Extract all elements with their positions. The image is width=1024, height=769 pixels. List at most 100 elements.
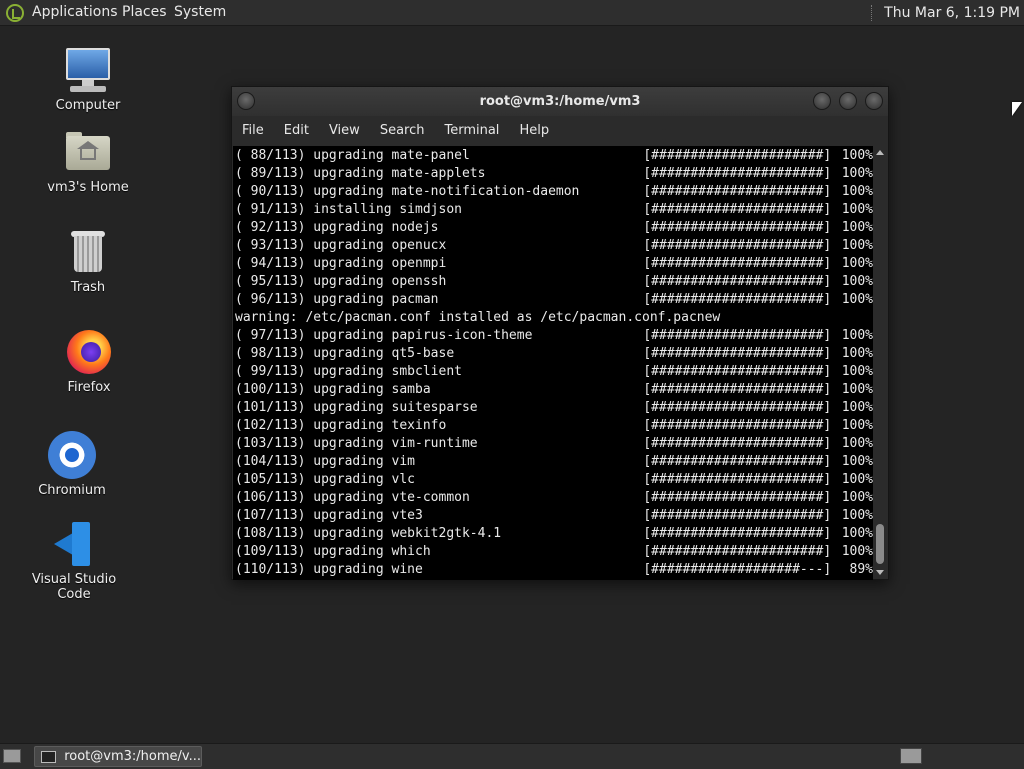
- maximize-icon[interactable]: [839, 92, 857, 110]
- terminal-line: (105/113) upgrading vlc [################…: [233, 471, 873, 489]
- terminal-line: (104/113) upgrading vim [################…: [233, 453, 873, 471]
- terminal-line: ( 97/113) upgrading papirus-icon-theme [#…: [233, 327, 873, 345]
- terminal-line-text: (107/113) upgrading vte3: [235, 508, 423, 523]
- workspace-switcher[interactable]: [900, 748, 922, 764]
- terminal-line-text: (110/113) upgrading wine: [235, 562, 423, 577]
- terminal-output[interactable]: ( 88/113) upgrading mate-panel [#########…: [233, 146, 873, 580]
- terminal-line-text: ( 88/113) upgrading mate-panel: [235, 148, 470, 163]
- applications-menu[interactable]: Applications: [6, 0, 118, 25]
- desktop-icon-trash[interactable]: Trash: [28, 228, 148, 295]
- menu-view[interactable]: View: [319, 116, 370, 146]
- terminal-line-text: ( 89/113) upgrading mate-applets: [235, 166, 486, 181]
- progress-percent: 100%: [841, 238, 873, 253]
- terminal-line: ( 96/113) upgrading pacman [#############…: [233, 291, 873, 309]
- progress-bar-text: [######################]: [643, 346, 832, 361]
- desktop-icon-home[interactable]: vm3's Home: [28, 128, 148, 195]
- terminal-line-text: ( 97/113) upgrading papirus-icon-theme: [235, 328, 533, 343]
- terminal-line: ( 98/113) upgrading qt5-base [###########…: [233, 345, 873, 363]
- scrollbar-thumb[interactable]: [876, 524, 884, 564]
- scroll-down-icon[interactable]: [876, 570, 884, 575]
- terminal-line: (100/113) upgrading samba [##############…: [233, 381, 873, 399]
- terminal-window: root@vm3:/home/vm3 File Edit View Search…: [231, 86, 889, 580]
- terminal-line-text: ( 90/113) upgrading mate-notification-da…: [235, 184, 580, 199]
- window-titlebar[interactable]: root@vm3:/home/vm3: [232, 87, 888, 116]
- progress-percent: 100%: [841, 328, 873, 343]
- progress-bar-text: [######################]: [643, 202, 832, 217]
- chromium-icon: [48, 431, 96, 479]
- computer-icon: [64, 46, 112, 94]
- desktop-icon-label: Computer: [55, 98, 121, 113]
- terminal-line-text: (106/113) upgrading vte-common: [235, 490, 470, 505]
- terminal-line-text: (104/113) upgrading vim: [235, 454, 416, 469]
- system-menu[interactable]: System: [174, 0, 226, 25]
- places-menu[interactable]: Places: [122, 0, 167, 25]
- terminal-line: (107/113) upgrading vte3 [###############…: [233, 507, 873, 525]
- desktop-icon-chromium[interactable]: Chromium: [12, 431, 132, 498]
- terminal-line: (110/113) upgrading wine [###############…: [233, 561, 873, 579]
- menu-search[interactable]: Search: [370, 116, 435, 146]
- terminal-line-text: ( 91/113) installing simdjson: [235, 202, 462, 217]
- desktop-icon-firefox[interactable]: Firefox: [29, 328, 149, 395]
- close-icon[interactable]: [865, 92, 883, 110]
- terminal-line: (103/113) upgrading vim-runtime [########…: [233, 435, 873, 453]
- terminal-line: (106/113) upgrading vte-common [#########…: [233, 489, 873, 507]
- terminal-line: (102/113) upgrading texinfo [############…: [233, 417, 873, 435]
- progress-percent: 100%: [841, 472, 873, 487]
- menu-file[interactable]: File: [232, 116, 274, 146]
- terminal-scrollbar[interactable]: [874, 146, 887, 579]
- progress-bar-text: [######################]: [643, 292, 832, 307]
- taskbar-window-label: root@vm3:/home/v...: [64, 749, 201, 764]
- clock-applet[interactable]: Thu Mar 6, 1:19 PM: [871, 0, 1024, 25]
- window-menu-icon[interactable]: [237, 92, 255, 110]
- progress-bar-text: [######################]: [643, 274, 832, 289]
- scroll-up-icon[interactable]: [876, 150, 884, 155]
- progress-bar-text: [######################]: [643, 328, 832, 343]
- progress-bar-text: [######################]: [643, 184, 832, 199]
- progress-percent: 89%: [849, 562, 873, 577]
- show-desktop-icon[interactable]: [3, 749, 21, 763]
- desktop-icon-label: Chromium: [38, 483, 106, 498]
- terminal-line-text: (100/113) upgrading samba: [235, 382, 431, 397]
- distro-logo-icon: [6, 3, 24, 22]
- menu-edit[interactable]: Edit: [274, 116, 319, 146]
- vscode-icon: [50, 520, 98, 568]
- desktop-icon-computer[interactable]: Computer: [28, 46, 148, 113]
- progress-percent: 100%: [841, 364, 873, 379]
- progress-percent: 100%: [841, 256, 873, 271]
- taskbar-window-button[interactable]: root@vm3:/home/v...: [34, 746, 202, 767]
- progress-bar-text: [######################]: [643, 526, 832, 541]
- progress-bar-text: [######################]: [643, 418, 832, 433]
- progress-bar-text: [######################]: [643, 400, 832, 415]
- terminal-line-text: (103/113) upgrading vim-runtime: [235, 436, 478, 451]
- progress-percent: 100%: [841, 220, 873, 235]
- desktop-icon-vscode[interactable]: Visual Studio Code: [14, 520, 134, 602]
- progress-percent: 100%: [841, 274, 873, 289]
- terminal-line: (109/113) upgrading which [##############…: [233, 543, 873, 561]
- home-folder-icon: [64, 128, 112, 176]
- terminal-line-text: (102/113) upgrading texinfo: [235, 418, 447, 433]
- progress-percent: 100%: [841, 292, 873, 307]
- terminal-line: ( 89/113) upgrading mate-applets [#######…: [233, 165, 873, 183]
- progress-bar-text: [######################]: [643, 544, 832, 559]
- terminal-line-text: ( 93/113) upgrading openucx: [235, 238, 447, 253]
- progress-bar-text: [######################]: [643, 382, 832, 397]
- terminal-line: ( 92/113) upgrading nodejs [#############…: [233, 219, 873, 237]
- window-title: root@vm3:/home/vm3: [479, 94, 641, 109]
- progress-bar-text: [###################---]: [643, 562, 832, 577]
- menu-help[interactable]: Help: [509, 116, 559, 146]
- terminal-line-text: warning: /etc/pacman.conf installed as /…: [235, 310, 721, 325]
- minimize-icon[interactable]: [813, 92, 831, 110]
- terminal-line: ( 95/113) upgrading openssh [############…: [233, 273, 873, 291]
- terminal-line-text: ( 99/113) upgrading smbclient: [235, 364, 462, 379]
- terminal-line-text: ( 95/113) upgrading openssh: [235, 274, 447, 289]
- progress-bar-text: [######################]: [643, 364, 832, 379]
- progress-percent: 100%: [841, 544, 873, 559]
- terminal-line: (108/113) upgrading webkit2gtk-4.1 [#####…: [233, 525, 873, 543]
- terminal-menubar: File Edit View Search Terminal Help: [232, 116, 888, 146]
- progress-percent: 100%: [841, 508, 873, 523]
- progress-percent: 100%: [841, 346, 873, 361]
- progress-bar-text: [######################]: [643, 148, 832, 163]
- clock-label: Thu Mar 6, 1:19 PM: [884, 4, 1020, 21]
- menu-terminal[interactable]: Terminal: [434, 116, 509, 146]
- progress-percent: 100%: [841, 148, 873, 163]
